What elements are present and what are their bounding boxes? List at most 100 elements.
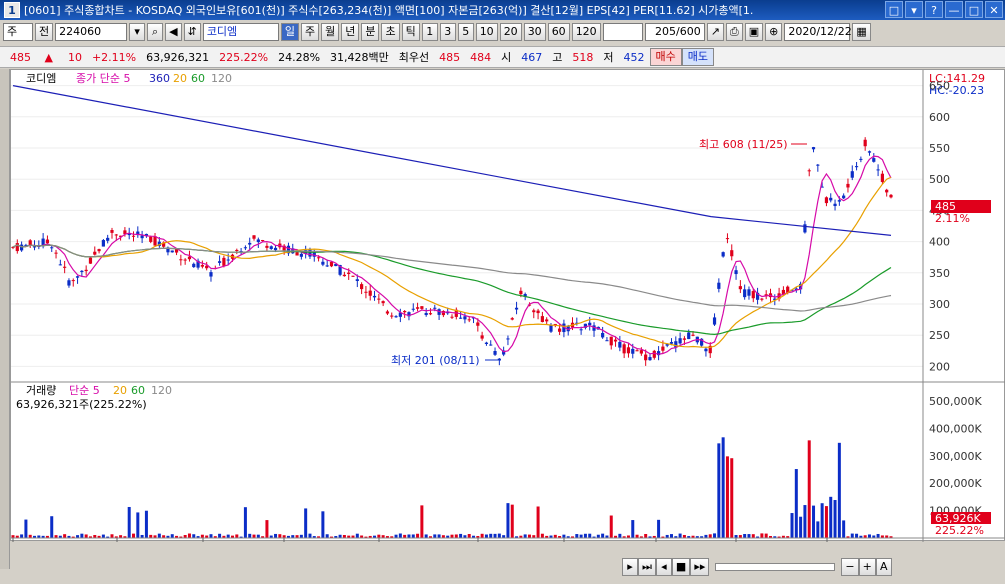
restore-icon[interactable]: □: [885, 1, 903, 18]
count-value: 205: [654, 25, 676, 38]
candle-body: [153, 236, 157, 246]
candle-body: [459, 317, 463, 319]
save-icon[interactable]: ▣: [744, 23, 764, 41]
candle-body: [355, 279, 359, 282]
dropdown-icon[interactable]: ▾: [905, 1, 923, 18]
chart-scrollbar[interactable]: ▸ ⏭ ◂ ■ ▸▸ − + A: [10, 558, 1005, 576]
candle-body: [579, 329, 583, 331]
scroll-left-icon[interactable]: ◂: [655, 558, 672, 576]
candle-body: [321, 261, 325, 265]
interval-60[interactable]: 60: [547, 23, 570, 41]
chart-area[interactable]: 코디엠 종가 단순 5 360 20 60 120 LC:141.29 HC:-…: [10, 69, 1005, 542]
maximize-icon[interactable]: □: [965, 1, 983, 18]
scroll-end-icon[interactable]: ⏭: [638, 558, 656, 576]
scroll-right-icon[interactable]: ▸: [622, 558, 638, 576]
tab-second[interactable]: 초: [381, 23, 400, 41]
help-icon[interactable]: ?: [925, 1, 943, 18]
code-input[interactable]: 224060: [55, 23, 128, 41]
interval-3[interactable]: 3: [439, 23, 456, 41]
candle-body: [536, 310, 540, 314]
candle-body: [549, 325, 553, 332]
print-icon[interactable]: ⎙: [725, 23, 743, 41]
low-value: 452: [623, 50, 645, 64]
buy-button[interactable]: 매수: [649, 48, 682, 66]
tab-week[interactable]: 주: [300, 23, 320, 41]
volume-bar: [101, 534, 105, 538]
volume-bar: [790, 513, 794, 538]
prev-button[interactable]: 전: [35, 23, 54, 41]
interval-dropdown[interactable]: [602, 23, 643, 41]
count-field[interactable]: 205/600: [644, 23, 705, 41]
tab-month[interactable]: 월: [321, 23, 340, 41]
volume-bar: [420, 505, 424, 538]
interval-5[interactable]: 5: [457, 23, 474, 41]
candle-body: [682, 338, 687, 340]
sort-icon[interactable]: ⇵: [183, 23, 201, 41]
volume-bar: [50, 516, 54, 538]
dropdown-icon[interactable]: ▾: [129, 23, 146, 41]
stop-icon[interactable]: ■: [671, 558, 691, 576]
window-number: 1: [4, 2, 20, 18]
volume-bar: [321, 511, 325, 538]
candle-body: [833, 203, 837, 207]
date-field[interactable]: 2020/12/22: [784, 23, 852, 41]
volume-bar: [721, 437, 725, 538]
candle-body: [803, 224, 807, 233]
close-icon[interactable]: ✕: [985, 1, 1003, 18]
volume-bar: [209, 534, 213, 538]
candle-body: [829, 197, 833, 201]
candle-body: [605, 340, 609, 342]
period-select[interactable]: 주: [3, 23, 33, 41]
volume-bar: [493, 533, 497, 538]
tab-day[interactable]: 일: [280, 23, 299, 41]
interval-10[interactable]: 10: [475, 23, 498, 41]
low-note: 최저 201 (08/11): [391, 354, 480, 367]
zoom-reset-icon[interactable]: A: [875, 558, 892, 576]
zoom-slider[interactable]: [715, 563, 836, 571]
candle-body: [609, 336, 613, 346]
candle-body: [15, 243, 19, 252]
volume-bar: [670, 534, 673, 538]
candle-body: [717, 282, 721, 289]
candle-body: [54, 252, 58, 254]
fast-forward-icon[interactable]: ▸▸: [690, 558, 710, 576]
chart-tool-sidebar[interactable]: [0, 69, 10, 569]
candle-body: [433, 307, 437, 309]
candle-body: [80, 270, 84, 273]
volume-bar: [127, 506, 131, 538]
interval-20[interactable]: 20: [499, 23, 522, 41]
arrow-icon[interactable]: ↗: [706, 23, 724, 41]
change-pct: +2.11%: [91, 50, 137, 64]
volume-bar: [764, 533, 768, 538]
calendar-icon[interactable]: ▦: [852, 23, 871, 41]
high-note: 최고 608 (11/25): [699, 138, 788, 151]
interval-120[interactable]: 120: [571, 23, 601, 41]
tab-year[interactable]: 년: [341, 23, 360, 41]
stock-label: 코디엠: [26, 72, 56, 85]
volume-bar: [136, 512, 140, 538]
candle-body: [140, 235, 144, 239]
volume-tick: 200,000K: [929, 477, 982, 490]
volume-bar: [803, 505, 807, 538]
minimize-icon[interactable]: —: [945, 1, 963, 18]
ma360-line: [12, 85, 892, 236]
sell-button[interactable]: 매도: [681, 48, 715, 66]
candle-body: [67, 280, 71, 286]
candle-body: [532, 310, 536, 313]
tab-tick[interactable]: 틱: [401, 23, 420, 41]
stock-name-field[interactable]: 코디엠: [202, 23, 279, 41]
zoom-out-icon[interactable]: −: [841, 558, 859, 576]
interval-30[interactable]: 30: [523, 23, 546, 41]
quote-bar: 485 ▲ 10 +2.11% 63,926,321 225.22% 24.28…: [0, 46, 1005, 68]
candle-body: [880, 173, 884, 182]
tab-minute[interactable]: 분: [361, 23, 380, 41]
zoom-icon[interactable]: ⊕: [765, 23, 783, 41]
speaker-icon[interactable]: ◀: [165, 23, 182, 41]
volume-bar: [398, 533, 402, 538]
interval-1[interactable]: 1: [421, 23, 438, 41]
search-icon[interactable]: ⌕: [147, 23, 164, 41]
volume-bar: [510, 504, 514, 538]
candle-body: [428, 313, 433, 315]
window-controls: □ ▾ ? — □ ✕: [885, 1, 1003, 18]
zoom-in-icon[interactable]: +: [858, 558, 876, 576]
